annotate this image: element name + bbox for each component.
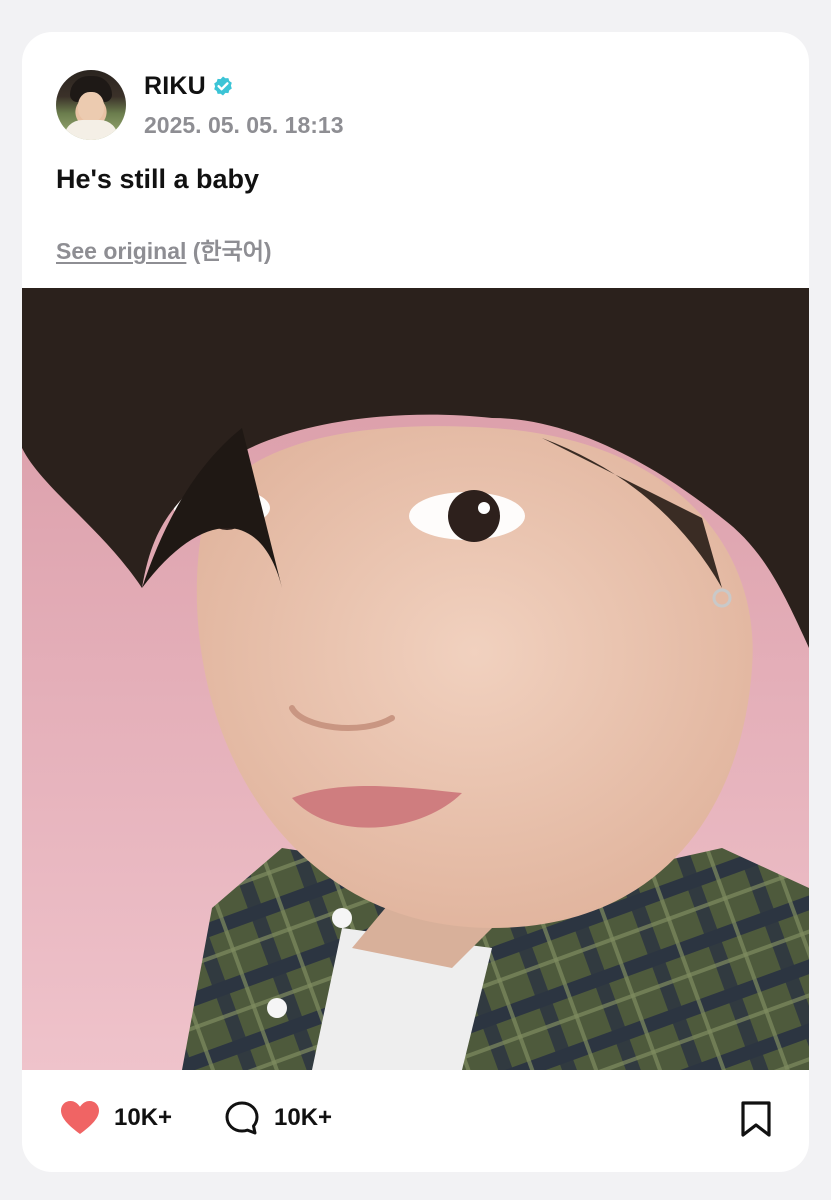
like-count: 10K+ xyxy=(114,1104,173,1131)
author-name[interactable]: RIKU xyxy=(144,72,206,101)
speech-bubble-icon xyxy=(225,1101,259,1135)
post-timestamp: 2025. 05. 05. 18:13 xyxy=(144,112,344,138)
author-row: RIKU xyxy=(144,72,235,101)
heart-icon xyxy=(61,1101,99,1134)
photo-illustration xyxy=(22,288,809,1070)
avatar[interactable] xyxy=(56,70,126,140)
bookmark-button[interactable] xyxy=(739,1100,773,1143)
like-button[interactable]: 10K+ xyxy=(60,1100,172,1136)
translation-row: See original (한국어) xyxy=(56,232,272,266)
comment-count: 10K+ xyxy=(274,1104,333,1131)
see-original-link[interactable]: See original xyxy=(56,238,186,264)
post-footer: 10K+ 10K+ xyxy=(22,1070,809,1172)
verified-check-icon xyxy=(214,76,232,95)
bookmark-icon xyxy=(741,1101,771,1137)
post-header: RIKU 2025. 05. 05. 18:13 xyxy=(56,70,756,140)
original-language: (한국어) xyxy=(192,238,272,264)
post-text: He's still a baby xyxy=(56,164,260,194)
post-card: RIKU 2025. 05. 05. 18:13 He's still a ba… xyxy=(22,32,809,1172)
comment-button[interactable]: 10K+ xyxy=(224,1100,332,1136)
post-photo[interactable] xyxy=(22,288,809,1070)
